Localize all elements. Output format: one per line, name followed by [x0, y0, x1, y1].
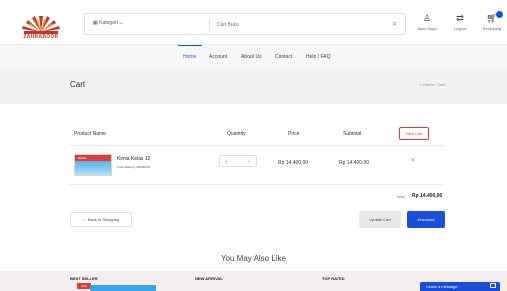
- product-code: Kode Barang: 1BK00001: [117, 165, 151, 169]
- nav-contact[interactable]: Contact: [275, 54, 292, 60]
- chat-widget[interactable]: Leave a message: [420, 282, 500, 291]
- breadcrumb-home[interactable]: Home: [423, 82, 434, 87]
- item-subtotal: Rp 14.400,00: [339, 160, 370, 166]
- row-divider: [66, 184, 446, 185]
- column-price: Price: [288, 131, 300, 137]
- account-label: Akun Saya: [417, 26, 437, 31]
- column-subtotal: Subtotal: [343, 131, 362, 137]
- new-arrival-title: NEW ARRIVAL: [195, 276, 223, 281]
- update-cart-button[interactable]: Update Cart: [359, 211, 401, 228]
- nav-account[interactable]: Account: [209, 54, 227, 60]
- nav-about-us[interactable]: About Us: [241, 54, 262, 60]
- logout-label: Logout: [453, 26, 467, 31]
- logout-icon: ⇄: [456, 13, 464, 23]
- category-dropdown[interactable]: ▦ Kategori ⌄: [93, 20, 123, 26]
- breadcrumb-current: Cart: [437, 82, 445, 87]
- search-bar: ▦ Kategori ⌄ ⌕: [84, 13, 467, 35]
- chevron-down-icon: ⌄: [119, 20, 124, 26]
- quantity-value: 1: [225, 159, 228, 164]
- product-card-image[interactable]: [90, 285, 156, 291]
- column-quantity: Quantity: [227, 131, 246, 137]
- chevron-down-icon: ⌄: [246, 158, 251, 164]
- page-title: Cart: [70, 80, 86, 89]
- page-title-bar: Cart ⌂ Home › Cart: [0, 68, 507, 104]
- header-divider: [66, 145, 446, 146]
- back-to-shopping-button[interactable]: ← Back to Shopping: [70, 212, 132, 227]
- search-icon[interactable]: ⌕: [393, 19, 397, 29]
- grid-icon: ▦: [93, 20, 98, 26]
- total-value: Rp 14.400,00: [412, 193, 443, 199]
- logo-text: ZAHRABOOK: [23, 34, 59, 40]
- logout-button[interactable]: ⇄ Logout: [445, 13, 475, 32]
- product-thumbnail[interactable]: Kimia: [74, 154, 112, 176]
- site-header: ZAHRABOOK ▦ Kategori ⌄ ⌕ ♙ Akun Saya ⇄ L…: [0, 0, 507, 44]
- breadcrumb: ⌂ Home › Cart: [420, 82, 445, 87]
- best-seller-title: BEST SELLER: [70, 276, 98, 281]
- cart-count-badge: [496, 11, 503, 18]
- account-button[interactable]: ♙ Akun Saya: [412, 13, 442, 32]
- recommend-heading: You May Also Like: [220, 254, 287, 263]
- item-price: Rp 14.400,00: [278, 160, 309, 166]
- product-name[interactable]: Kimia Kelas 12: [117, 156, 150, 162]
- home-icon: ⌂: [419, 82, 423, 87]
- nav-active-indicator: [178, 45, 202, 46]
- quantity-select[interactable]: 1 ⌄: [219, 155, 257, 167]
- chat-icon: [490, 283, 496, 288]
- view-cart-button[interactable]: View Cart: [399, 127, 429, 140]
- thumbnail-title: Kimia: [78, 156, 87, 160]
- nav-help-faq[interactable]: Help / FAQ: [306, 54, 330, 60]
- total-label: Total:: [396, 194, 406, 199]
- column-product-name: Product Name: [74, 131, 106, 137]
- logo-sunburst-icon: [22, 16, 60, 34]
- cart-button[interactable]: 🛒︎ Keranjang: [477, 11, 507, 31]
- checkout-button[interactable]: Checkout: [407, 211, 445, 228]
- cart-label: Keranjang: [482, 26, 502, 31]
- nav-home[interactable]: Home: [183, 54, 196, 60]
- sale-badge: Sale: [77, 283, 91, 289]
- chat-label: Leave a message: [426, 284, 458, 289]
- category-label: Kategori: [99, 20, 118, 26]
- search-divider: [209, 18, 210, 31]
- top-rated-title: TOP RATED: [322, 276, 345, 281]
- user-icon: ♙: [422, 13, 432, 23]
- brand-logo[interactable]: ZAHRABOOK: [18, 10, 64, 42]
- main-nav: Home Account About Us Contact Help / FAQ: [0, 44, 507, 68]
- remove-item-icon[interactable]: ×: [411, 158, 415, 164]
